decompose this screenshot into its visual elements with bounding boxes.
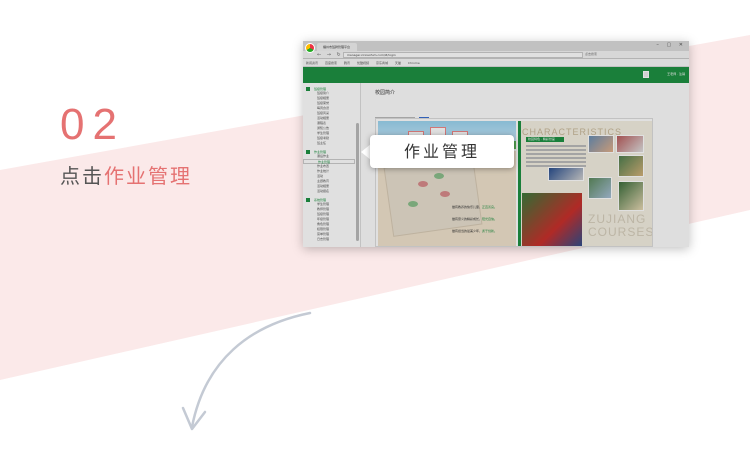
bookmark-item[interactable]: 腾讯 <box>344 61 350 65</box>
bookmark-item[interactable]: 优酷视频 <box>357 61 369 65</box>
leaf-shape <box>434 173 444 179</box>
activity-photo <box>618 155 644 177</box>
activity-photo <box>616 135 644 153</box>
footer-line: COURSES <box>588 225 653 239</box>
sidebar: 班级管理 班级简介 班级相册 班级荣誉 每周食谱 班级风采 活动相册 课程表 通… <box>303 83 361 247</box>
feature-footer-text: ZUJIANG COURSES <box>588 213 653 239</box>
sidebar-item[interactable]: 活动报名 <box>303 189 360 194</box>
page-title: 校园简介 <box>375 90 396 96</box>
art-caption: 做有意义的精彩成长，阳光自信。 <box>452 217 497 221</box>
browser-tab[interactable]: 福州市班牌管理平台 <box>317 43 357 51</box>
app-header: 王老师 · 注销 <box>303 67 689 83</box>
browser-urlbar: ← → ↻ ⌂ manager.zcxiaofum.com/#/login 点击… <box>303 51 689 59</box>
step-instruction: 点击作业管理 <box>60 160 192 189</box>
step-instruction-prefix: 点击 <box>60 164 104 188</box>
green-rule <box>518 121 521 246</box>
curved-arrow-icon <box>181 311 312 431</box>
sidebar-item[interactable]: 班主任 <box>303 141 360 146</box>
caption-highlight: 勇于创新。 <box>482 229 498 233</box>
students-photo <box>522 193 582 246</box>
bookmark-item[interactable]: 新闻资讯 <box>306 61 318 65</box>
caption-text: 做有担当的最美少年， <box>452 229 483 233</box>
bookmarks-bar: 新闻资讯 百度搜索 腾讯 优酷视频 京东商城 天猫 Chrome <box>303 59 689 67</box>
art-caption: 做有教养的快乐儿童，正直善良。 <box>452 205 497 209</box>
window-controls-icon[interactable]: – ▢ ✕ <box>656 42 686 48</box>
folder-icon <box>306 198 310 202</box>
feature-tag: 校园特色 · 精彩纷呈 <box>526 137 564 142</box>
leaf-shape <box>418 181 428 187</box>
address-input[interactable]: manager.zcxiaofum.com/#/login <box>343 52 583 58</box>
activity-photo <box>548 167 584 181</box>
avatar[interactable] <box>643 71 649 78</box>
bookmark-item[interactable]: Chrome <box>408 61 420 65</box>
browser-tabbar: 福州市班牌管理平台 – ▢ ✕ <box>303 41 689 51</box>
folder-icon <box>306 150 310 154</box>
tutorial-slide: 02 点击作业管理 福州市班牌管理平台 – ▢ ✕ ← → ↻ ⌂ manage… <box>0 0 750 449</box>
activity-photo <box>588 135 614 153</box>
folder-icon <box>306 87 310 91</box>
bookmark-item[interactable]: 百度搜索 <box>325 61 337 65</box>
bookmark-item[interactable]: 京东商城 <box>376 61 388 65</box>
sidebar-scrollbar[interactable] <box>356 123 359 241</box>
user-menu[interactable]: 王老师 · 注销 <box>667 72 685 76</box>
leaf-shape <box>440 191 450 197</box>
step-instruction-highlight: 作业管理 <box>104 164 192 188</box>
feature-paragraph <box>526 145 586 169</box>
sidebar-item[interactable]: 日志管理 <box>303 237 360 242</box>
browser-logo-icon <box>305 43 315 53</box>
caption-highlight: 阳光自信。 <box>482 217 498 221</box>
caption-text: 做有意义的精彩成长， <box>452 217 483 221</box>
leaf-shape <box>408 201 418 207</box>
art-caption: 做有担当的最美少年，勇于创新。 <box>452 229 497 233</box>
search-box[interactable]: 点击搜索 <box>585 52 597 56</box>
caption-highlight: 正直善良。 <box>482 205 498 209</box>
activity-photo <box>588 177 612 199</box>
caption-text: 做有教养的快乐儿童， <box>452 205 483 209</box>
activity-photo <box>618 181 644 211</box>
step-number: 02 <box>60 100 125 149</box>
bookmark-item[interactable]: 天猫 <box>395 61 401 65</box>
feature-page-image: CHARACTERISTICS 校园特色 · 精彩纷呈 ZUJIANG COURS… <box>518 121 653 246</box>
homework-callout: 作业管理 <box>370 135 514 168</box>
